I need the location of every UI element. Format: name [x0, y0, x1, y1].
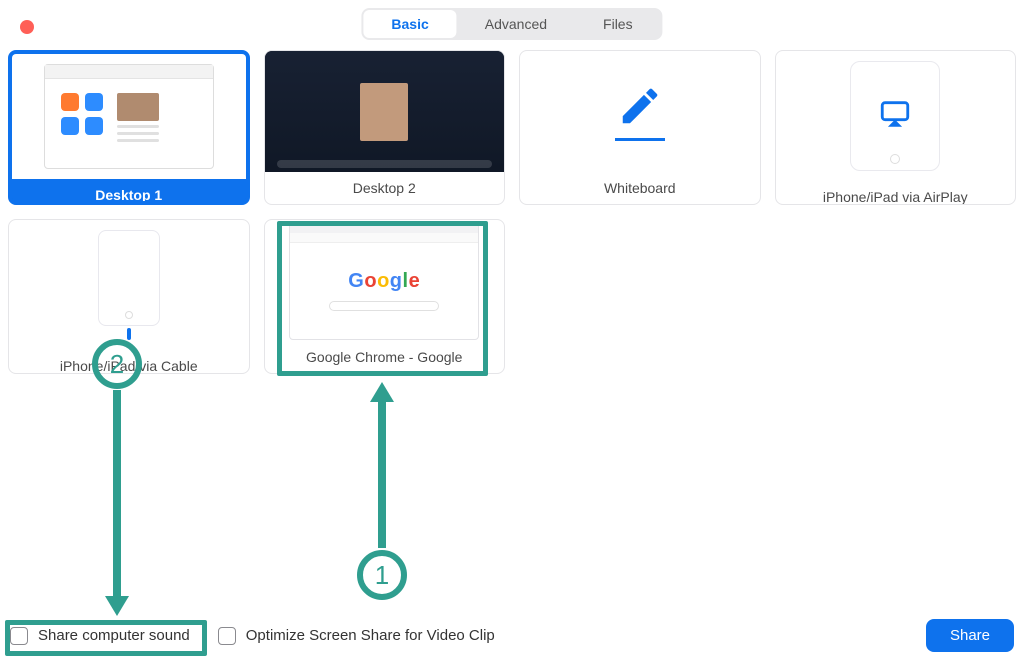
- source-desktop-1[interactable]: Desktop 1: [8, 50, 250, 205]
- source-iphone-airplay[interactable]: iPhone/iPad via AirPlay: [775, 50, 1017, 205]
- share-sound-option[interactable]: Share computer sound: [10, 627, 190, 645]
- annotation-arrow-2-head: [105, 596, 129, 616]
- share-sound-label: Share computer sound: [38, 627, 190, 644]
- annotation-arrow-1-head: [370, 382, 394, 402]
- tab-basic[interactable]: Basic: [363, 10, 456, 38]
- optimize-video-label: Optimize Screen Share for Video Clip: [246, 627, 495, 644]
- desktop-2-thumbnail: [265, 51, 505, 172]
- share-button[interactable]: Share: [926, 619, 1014, 652]
- annotation-arrow-2-shaft: [113, 390, 121, 598]
- airplay-thumbnail: [776, 51, 1016, 181]
- source-label: iPhone/iPad via Cable: [9, 350, 249, 374]
- share-sources-grid: Desktop 1 Desktop 2 Whiteboard: [8, 50, 1016, 374]
- bottom-options-bar: Share computer sound Optimize Screen Sha…: [10, 619, 1014, 652]
- source-label: Desktop 1: [12, 179, 246, 205]
- annotation-badge-1-text: 1: [375, 560, 389, 591]
- window-close-dot[interactable]: [20, 20, 34, 34]
- airplay-icon: [878, 97, 912, 136]
- pencil-icon: [617, 83, 663, 134]
- source-chrome-window[interactable]: Google Google Chrome - Google: [264, 219, 506, 374]
- annotation-badge-1: 1: [357, 550, 407, 600]
- chrome-thumbnail: Google: [265, 220, 505, 341]
- whiteboard-thumbnail: [520, 51, 760, 172]
- desktop-1-thumbnail: [12, 54, 246, 179]
- source-whiteboard[interactable]: Whiteboard: [519, 50, 761, 205]
- source-label: Whiteboard: [520, 172, 760, 204]
- source-iphone-cable[interactable]: iPhone/iPad via Cable: [8, 219, 250, 374]
- tab-advanced[interactable]: Advanced: [457, 10, 575, 38]
- source-desktop-2[interactable]: Desktop 2: [264, 50, 506, 205]
- source-label: iPhone/iPad via AirPlay: [776, 181, 1016, 205]
- checkbox-icon: [10, 627, 28, 645]
- google-logo-text: Google: [348, 270, 420, 293]
- tab-files[interactable]: Files: [575, 10, 661, 38]
- cable-thumbnail: [9, 220, 249, 350]
- source-label: Google Chrome - Google: [265, 341, 505, 373]
- annotation-arrow-1-shaft: [378, 400, 386, 548]
- share-category-tabs: Basic Advanced Files: [361, 8, 662, 40]
- optimize-video-option[interactable]: Optimize Screen Share for Video Clip: [218, 627, 495, 645]
- checkbox-icon: [218, 627, 236, 645]
- source-label: Desktop 2: [265, 172, 505, 204]
